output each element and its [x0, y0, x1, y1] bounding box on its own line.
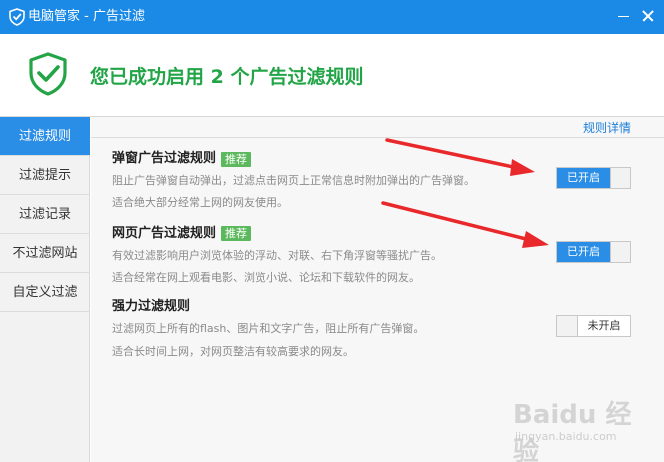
rule-desc-strong: 过滤网页上所有的flash、图片和文字广告，阻止所有广告弹窗。 [112, 322, 425, 335]
window-titlebar: 电脑管家 - 广告过滤 [0, 0, 664, 34]
rule-title-strong: 强力过滤规则 [112, 299, 191, 314]
toggle-on-label: 已开启 [557, 242, 610, 262]
sidebar-item-filter-log[interactable]: 过滤记录 [0, 195, 90, 234]
rule-note-strong: 适合长时间上网，对网页整洁有较高要求的网友。 [112, 345, 354, 358]
divider [91, 137, 664, 138]
watermark-url: jingyan.baidu.com [515, 430, 617, 443]
status-headline: 您已成功启用 2 个广告过滤规则 [90, 66, 364, 88]
sidebar-item-filter-tips[interactable]: 过滤提示 [0, 156, 90, 195]
toggle-off-label: 未开启 [587, 319, 621, 332]
toggle-strong-rule[interactable]: 未开启 [556, 315, 631, 337]
baidu-watermark: Baidu 经验 jingyan.baidu.com [503, 392, 633, 462]
toggle-on-label: 已开启 [557, 168, 610, 188]
recommended-badge: 推荐 [221, 226, 251, 241]
sidebar-item-filter-rules[interactable]: 过滤规则 [0, 117, 90, 156]
recommended-badge: 推荐 [221, 152, 251, 167]
rule-note-popup: 适合绝大部分经常上网的网友使用。 [112, 196, 288, 209]
rule-desc-popup: 阻止广告弹窗自动弹出，过滤点击网页上正常信息时附加弹出的广告弹窗。 [112, 174, 475, 187]
rule-title-popup: 弹窗广告过滤规则 [112, 151, 217, 166]
shield-logo-icon [9, 8, 25, 26]
rule-desc-webpage: 有效过滤影响用户浏览体验的浮动、对联、右下角浮窗等骚扰广告。 [112, 249, 442, 262]
sidebar-item-whitelist[interactable]: 不过滤网站 [0, 234, 90, 273]
minimize-icon[interactable] [612, 6, 634, 26]
toggle-knob [610, 168, 630, 188]
toggle-webpage-rule[interactable]: 已开启 [556, 241, 631, 263]
sidebar: 过滤规则 过滤提示 过滤记录 不过滤网站 自定义过滤 [0, 117, 90, 462]
rule-title-webpage: 网页广告过滤规则 [112, 226, 217, 241]
watermark-text: Baidu 经验 [513, 400, 632, 462]
rule-details-link[interactable]: 规则详情 [583, 121, 631, 135]
toggle-knob [610, 242, 630, 262]
window-title: 电脑管家 - 广告过滤 [28, 9, 145, 24]
shield-check-icon [29, 52, 67, 96]
status-banner: 您已成功启用 2 个广告过滤规则 [0, 34, 664, 117]
close-icon[interactable] [637, 6, 659, 26]
toggle-knob [557, 316, 578, 336]
toggle-popup-rule[interactable]: 已开启 [556, 167, 631, 189]
sidebar-item-custom-filter[interactable]: 自定义过滤 [0, 273, 90, 312]
rule-note-webpage: 适合经常在网上观看电影、浏览小说、论坛和下载软件的网友。 [112, 271, 420, 284]
